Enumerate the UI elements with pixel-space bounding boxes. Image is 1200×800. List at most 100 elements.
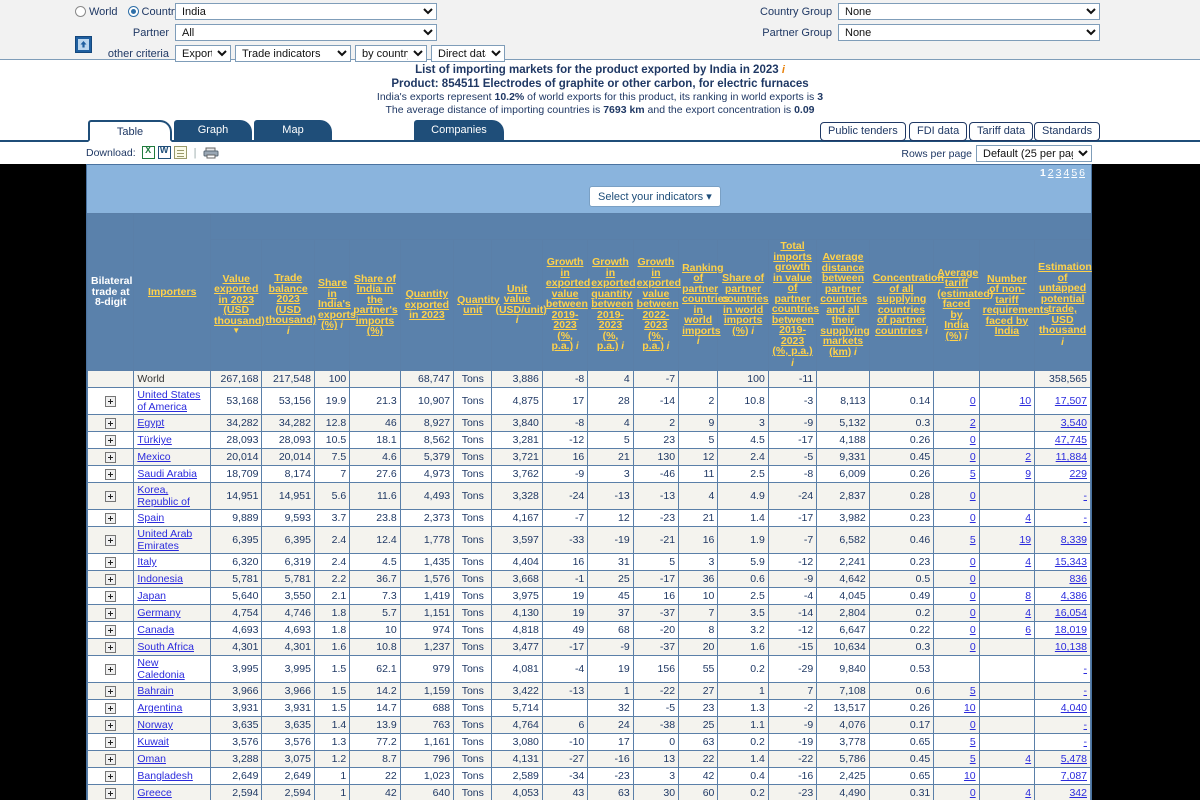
importer-cell[interactable]: Argentina (133, 699, 212, 717)
data-cell[interactable]: 2 (933, 414, 980, 432)
data-cell-link[interactable]: 0 (970, 512, 976, 524)
importer-cell[interactable]: Mexico (133, 448, 212, 466)
header-col-14[interactable]: Total imports growth in value of partner… (767, 239, 819, 371)
data-cell-link[interactable]: 0 (970, 607, 976, 619)
expand-cell[interactable] (86, 509, 135, 527)
rows-per-page-select[interactable]: Default (25 per page) (976, 145, 1092, 162)
sort-descending-icon[interactable]: ▼ (214, 326, 258, 337)
importer-cell[interactable]: Greece (133, 784, 212, 800)
data-cell-link[interactable]: 0 (970, 719, 976, 731)
header-info-icon-12[interactable]: i (697, 336, 700, 347)
expand-cell[interactable] (86, 699, 135, 717)
expand-plus-icon[interactable] (105, 641, 117, 653)
data-cell[interactable]: 0 (933, 570, 980, 588)
data-cell-link[interactable]: - (1084, 512, 1088, 524)
expand-plus-icon[interactable] (105, 417, 117, 429)
expand-plus-icon[interactable] (105, 787, 117, 799)
public-tenders-button[interactable]: Public tenders (820, 122, 906, 141)
data-cell-link[interactable]: 9 (1025, 468, 1031, 480)
header-info-icon-9[interactable]: i (573, 341, 579, 353)
breakdown-select[interactable]: by country (355, 45, 427, 62)
data-cell-link[interactable]: 0 (970, 590, 976, 602)
importer-name[interactable]: South Africa (137, 641, 194, 653)
tariff-data-button[interactable]: Tariff data (969, 122, 1034, 141)
importer-cell[interactable]: Canada (133, 621, 212, 639)
data-cell[interactable]: 11,884 (1034, 448, 1091, 466)
data-cell[interactable]: - (1034, 716, 1091, 734)
data-cell[interactable]: 19 (978, 526, 1036, 554)
data-cell-link[interactable]: 4 (1025, 787, 1031, 799)
expand-plus-icon[interactable] (105, 512, 117, 524)
importer-cell[interactable]: Bangladesh (133, 767, 212, 785)
header-label-11[interactable]: Growth in exported value between 2022-20… (637, 256, 681, 352)
data-cell[interactable]: 18,019 (1034, 621, 1091, 639)
data-cell-link[interactable]: 342 (1069, 787, 1087, 799)
header-col-5[interactable]: Share of India in the partner's imports … (349, 239, 401, 371)
data-cell-link[interactable]: 6 (1025, 624, 1031, 636)
importer-name[interactable]: Bangladesh (137, 770, 192, 782)
header-info-icon-17[interactable]: i (962, 331, 968, 342)
header-label-19[interactable]: Estimation of untapped potential trade, … (1038, 261, 1092, 336)
data-cell-link[interactable]: 5 (970, 534, 976, 546)
data-cell[interactable]: 0 (933, 553, 980, 571)
importer-name[interactable]: Germany (137, 607, 180, 619)
expand-cell[interactable] (86, 414, 135, 432)
data-cell-link[interactable]: 229 (1069, 468, 1087, 480)
info-icon[interactable]: i (782, 64, 785, 76)
data-cell[interactable]: 5 (933, 750, 980, 768)
header-info-icon-16[interactable]: i (922, 326, 928, 337)
importer-name[interactable]: Egypt (137, 417, 164, 429)
header-info-icon-19[interactable]: i (1061, 337, 1064, 348)
expand-cell[interactable] (86, 604, 135, 622)
data-cell[interactable]: 2 (978, 448, 1036, 466)
data-cell-link[interactable]: 17,507 (1055, 395, 1087, 407)
expand-plus-icon[interactable] (105, 395, 117, 407)
expand-plus-icon[interactable] (105, 434, 117, 446)
header-info-icon-3[interactable]: i (287, 326, 290, 337)
importer-cell[interactable]: Egypt (133, 414, 212, 432)
data-cell-link[interactable]: 0 (970, 787, 976, 799)
data-cell[interactable]: 342 (1034, 784, 1091, 800)
expand-cell[interactable] (86, 638, 135, 656)
data-cell[interactable]: 4 (978, 553, 1036, 571)
print-icon[interactable] (203, 147, 219, 159)
trade-flow-select[interactable]: Exports (175, 45, 231, 62)
data-cell[interactable]: 0 (933, 387, 980, 415)
data-cell[interactable]: 0 (933, 431, 980, 449)
standards-button[interactable]: Standards (1034, 122, 1101, 141)
data-cell-link[interactable]: - (1084, 663, 1088, 675)
importer-cell[interactable]: South Africa (133, 638, 212, 656)
expand-plus-icon[interactable] (105, 685, 117, 697)
importer-name[interactable]: Bahrain (137, 685, 173, 697)
expand-cell[interactable] (86, 767, 135, 785)
page-link-3[interactable]: 3 (1056, 167, 1062, 179)
data-cell[interactable]: - (1034, 733, 1091, 751)
expand-plus-icon[interactable] (105, 468, 117, 480)
data-cell[interactable]: 5 (933, 682, 980, 700)
importer-name[interactable]: Oman (137, 753, 166, 765)
importer-name[interactable]: Greece (137, 787, 171, 799)
header-info-icon-15[interactable]: i (851, 347, 857, 358)
importer-cell[interactable]: Italy (133, 553, 212, 571)
importer-name[interactable]: Mexico (137, 451, 170, 463)
expand-plus-icon[interactable] (105, 490, 117, 502)
importer-cell[interactable]: Kuwait (133, 733, 212, 751)
country-radio[interactable] (127, 6, 139, 18)
data-cell-link[interactable]: 0 (970, 573, 976, 585)
importer-name[interactable]: Argentina (137, 702, 182, 714)
data-cell-link[interactable]: 18,019 (1055, 624, 1087, 636)
header-info-icon-11[interactable]: i (664, 341, 670, 353)
data-cell-link[interactable]: 0 (970, 556, 976, 568)
header-importers[interactable]: Importers (133, 213, 212, 371)
data-cell-link[interactable]: 10 (964, 770, 976, 782)
data-cell[interactable]: 4 (978, 750, 1036, 768)
data-cell[interactable]: 16,054 (1034, 604, 1091, 622)
header-col-15[interactable]: Average distance between partner countri… (816, 239, 870, 371)
importer-name[interactable]: Norway (137, 719, 173, 731)
country-group-select[interactable]: None (838, 3, 1100, 20)
importer-name[interactable]: Saudi Arabia (137, 468, 197, 480)
page-link-2[interactable]: 2 (1048, 167, 1054, 179)
data-cell-link[interactable]: 10 (964, 702, 976, 714)
data-cell[interactable]: 47,745 (1034, 431, 1091, 449)
data-cell-link[interactable]: 5 (970, 736, 976, 748)
